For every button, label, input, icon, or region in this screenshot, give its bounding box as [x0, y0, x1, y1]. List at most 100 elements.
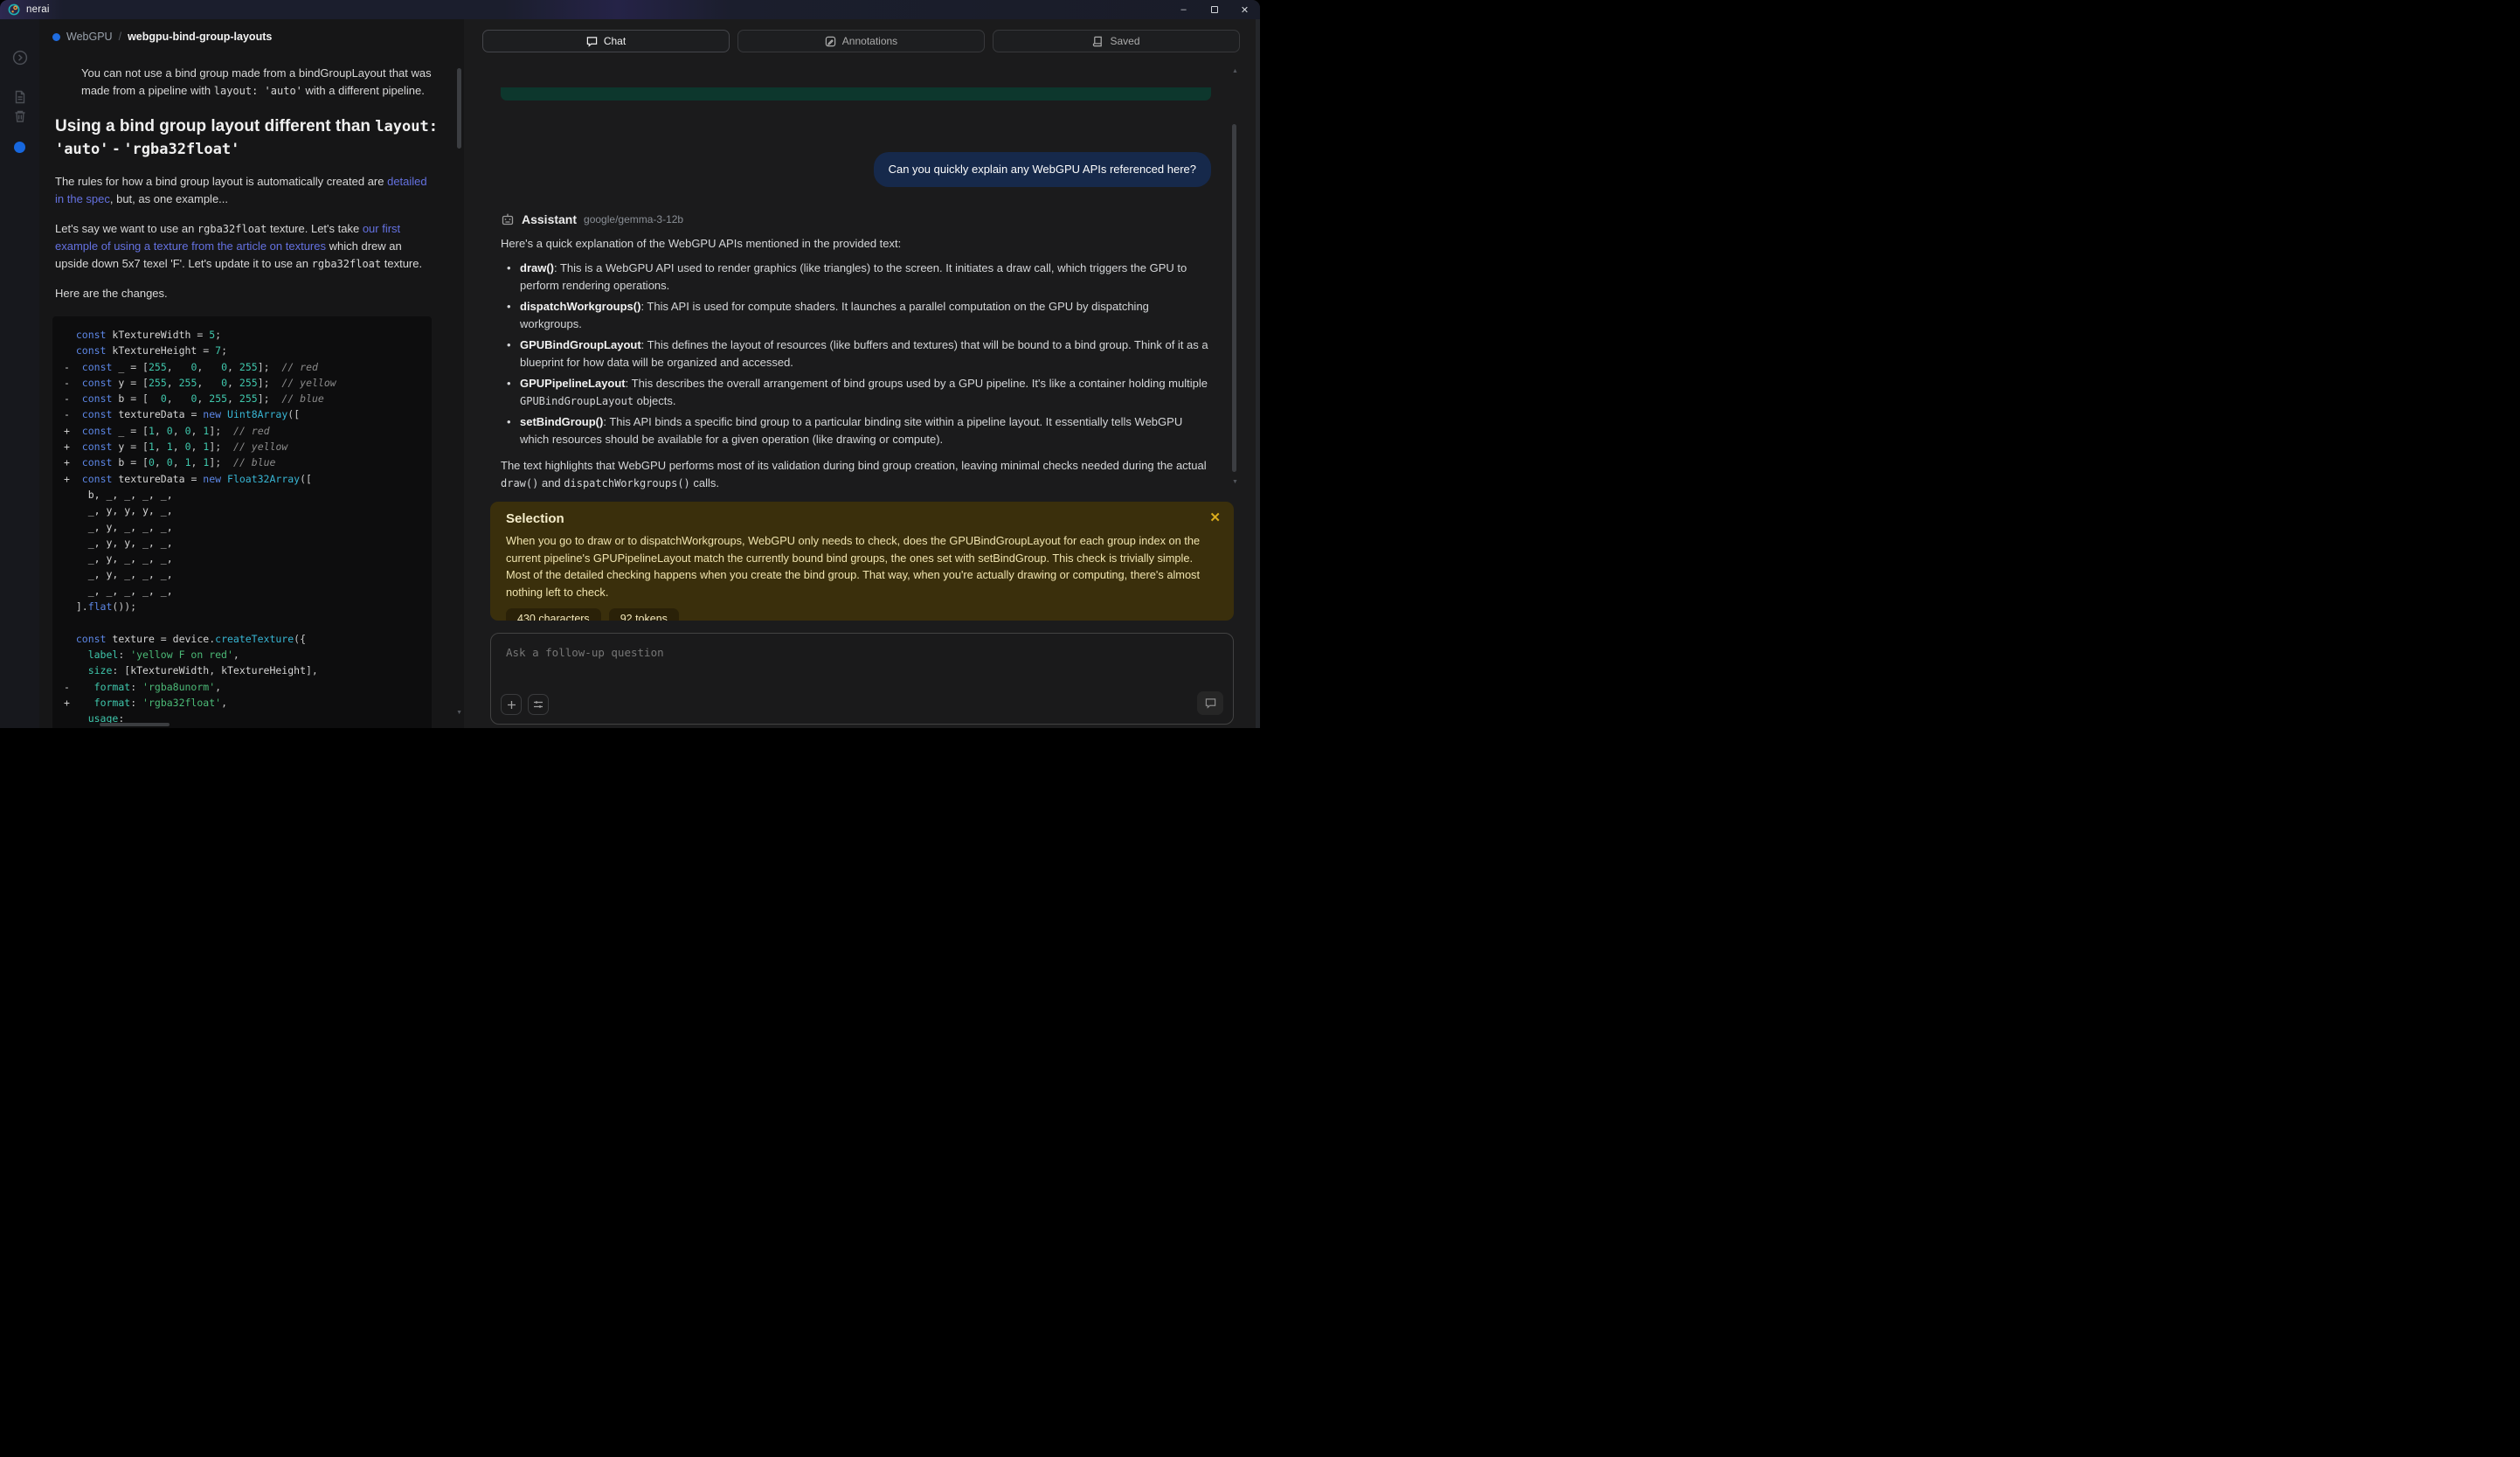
text-segment: Here are the changes. [55, 287, 168, 300]
text-segment: - [108, 140, 123, 158]
composer[interactable]: Ask a follow-up question [490, 633, 1234, 725]
chat-scrollbar-down-arrow[interactable]: ▼ [1232, 479, 1238, 485]
chat-scrollbar: ▲ ▼ [1232, 68, 1237, 502]
text-segment: and [538, 476, 564, 489]
chat-bubble-icon [586, 36, 598, 47]
doc-scrollbar-down-arrow[interactable]: ▼ [456, 710, 462, 716]
code-line: _, y, _, _, _, [64, 519, 423, 535]
code-line: _, y, y, _, _, [64, 535, 423, 551]
doc-paragraph-intro: You can not use a bind group made from a… [81, 65, 438, 100]
selection-title: Selection [506, 511, 1218, 526]
active-page-indicator[interactable] [0, 142, 39, 153]
chat-scrollbar-thumb[interactable] [1232, 124, 1236, 472]
app-window: nerai – ✕ WebGPU [0, 0, 1260, 728]
document-icon[interactable] [0, 90, 39, 104]
text-segment: : This API binds a specific bind group t… [520, 415, 1182, 446]
assistant-bullet: GPUBindGroupLayout: This defines the lay… [501, 336, 1211, 371]
assistant-bullet-list: draw(): This is a WebGPU API used to ren… [501, 260, 1211, 448]
document-content: You can not use a bind group made from a… [39, 43, 460, 728]
user-message-bubble: Can you quickly explain any WebGPU APIs … [874, 152, 1211, 187]
minimize-button[interactable]: – [1168, 0, 1199, 19]
maximize-button[interactable] [1199, 0, 1229, 19]
code-line: + const b = [0, 0, 1, 1]; // blue [64, 454, 423, 470]
text-segment: dispatchWorkgroups() [564, 477, 690, 489]
close-icon[interactable]: ✕ [1209, 510, 1221, 525]
tab-saved-label: Saved [1110, 35, 1139, 47]
text-segment: rgba32float [312, 258, 381, 270]
text-segment: calls. [690, 476, 719, 489]
code-line: + const textureData = new Float32Array([ [64, 471, 423, 487]
code-line: const kTextureWidth = 5; [64, 327, 423, 343]
code-line: - const y = [255, 255, 0, 255]; // yello… [64, 375, 423, 391]
trash-icon[interactable] [0, 109, 39, 123]
chat-scrollbar-up-arrow[interactable]: ▲ [1232, 68, 1238, 74]
doc-paragraph-rules: The rules for how a bind group layout is… [55, 173, 438, 208]
tab-annotations[interactable]: Annotations [737, 30, 985, 52]
text-segment: GPUPipelineLayout [520, 377, 626, 390]
doc-horizontal-scrollbar-thumb[interactable] [100, 723, 170, 726]
robot-icon [501, 212, 515, 226]
code-line: _, y, _, _, _, [64, 566, 423, 582]
assistant-header: Assistant google/gemma-3-12b [501, 212, 1211, 226]
doc-scrollbar-thumb[interactable] [457, 68, 461, 149]
text-segment: Here's a quick explanation of the WebGPU… [501, 237, 901, 250]
window-edge-gutter [1256, 19, 1260, 728]
code-line: - const b = [ 0, 0, 255, 255]; // blue [64, 391, 423, 406]
text-segment: Let's say we want to use an [55, 222, 197, 235]
text-segment: 'rgba32float' [123, 141, 239, 158]
doc-paragraph-example: Let's say we want to use an rgba32float … [55, 220, 438, 273]
breadcrumb-project[interactable]: WebGPU [66, 31, 113, 43]
chevron-right-circle-icon[interactable] [0, 50, 39, 66]
code-line: const kTextureHeight = 7; [64, 343, 423, 358]
selection-badges: 430 characters92 tokens [506, 608, 1218, 621]
code-line: + const y = [1, 1, 0, 1]; // yellow [64, 439, 423, 454]
project-dot-icon [52, 33, 60, 41]
code-line [64, 614, 423, 630]
chat-bubble-icon [1205, 697, 1216, 709]
doc-paragraph-changes: Here are the changes. [55, 285, 438, 302]
assistant-bullet: setBindGroup(): This API binds a specifi… [501, 413, 1211, 448]
composer-placeholder[interactable]: Ask a follow-up question [506, 646, 664, 659]
selection-badge: 430 characters [506, 608, 601, 621]
code-line: ].flat()); [64, 599, 423, 614]
previous-selection-remnant [501, 87, 1211, 101]
text-segment: GPUBindGroupLayout [520, 338, 641, 351]
text-segment: : This describes the overall arrangement… [626, 377, 1208, 390]
send-button[interactable] [1197, 691, 1223, 715]
nerai-logo-icon [8, 3, 20, 16]
close-button[interactable]: ✕ [1229, 0, 1260, 19]
tab-saved[interactable]: Saved [993, 30, 1240, 52]
code-line: - const _ = [255, 0, 0, 255]; // red [64, 359, 423, 375]
code-line: b, _, _, _, _, [64, 487, 423, 503]
assistant-bullet: draw(): This is a WebGPU API used to ren… [501, 260, 1211, 295]
sliders-icon [533, 699, 543, 710]
assistant-bullet: GPUPipelineLayout: This describes the ov… [501, 375, 1211, 410]
code-line: size: [kTextureWidth, kTextureHeight], [64, 663, 423, 678]
assistant-model: google/gemma-3-12b [584, 213, 683, 225]
document-panel: WebGPU / webgpu-bind-group-layouts You c… [39, 19, 464, 728]
text-segment: rgba32float [197, 223, 267, 235]
breadcrumb-separator: / [119, 31, 121, 43]
composer-tools [501, 694, 549, 715]
breadcrumb-page[interactable]: webgpu-bind-group-layouts [128, 31, 272, 43]
selection-card: Selection ✕ When you go to draw or to di… [490, 502, 1234, 621]
text-segment: GPUBindGroupLayout [520, 395, 633, 407]
attach-button[interactable] [501, 694, 522, 715]
code-line: - const textureData = new Uint8Array([ [64, 406, 423, 422]
breadcrumb: WebGPU / webgpu-bind-group-layouts [39, 19, 464, 43]
text-segment: draw() [520, 261, 554, 274]
settings-button[interactable] [528, 694, 549, 715]
assistant-bullet: dispatchWorkgroups(): This API is used f… [501, 298, 1211, 333]
text-segment: draw() [501, 477, 538, 489]
code-line: + const _ = [1, 0, 0, 1]; // red [64, 423, 423, 439]
message-scroll-area: Can you quickly explain any WebGPU APIs … [501, 77, 1211, 514]
assistant-outro: The text highlights that WebGPU performs… [501, 457, 1211, 492]
window-controls: – ✕ [1168, 0, 1260, 19]
text-segment: with a different pipeline. [302, 84, 425, 97]
text-segment: texture. Let's take [267, 222, 362, 235]
selection-body: When you go to draw or to dispatchWorkgr… [506, 532, 1218, 600]
titlebar: nerai – ✕ [0, 0, 1260, 19]
blue-dot-icon [14, 142, 25, 153]
text-segment: The text highlights that WebGPU performs… [501, 459, 1207, 472]
tab-chat[interactable]: Chat [482, 30, 730, 52]
